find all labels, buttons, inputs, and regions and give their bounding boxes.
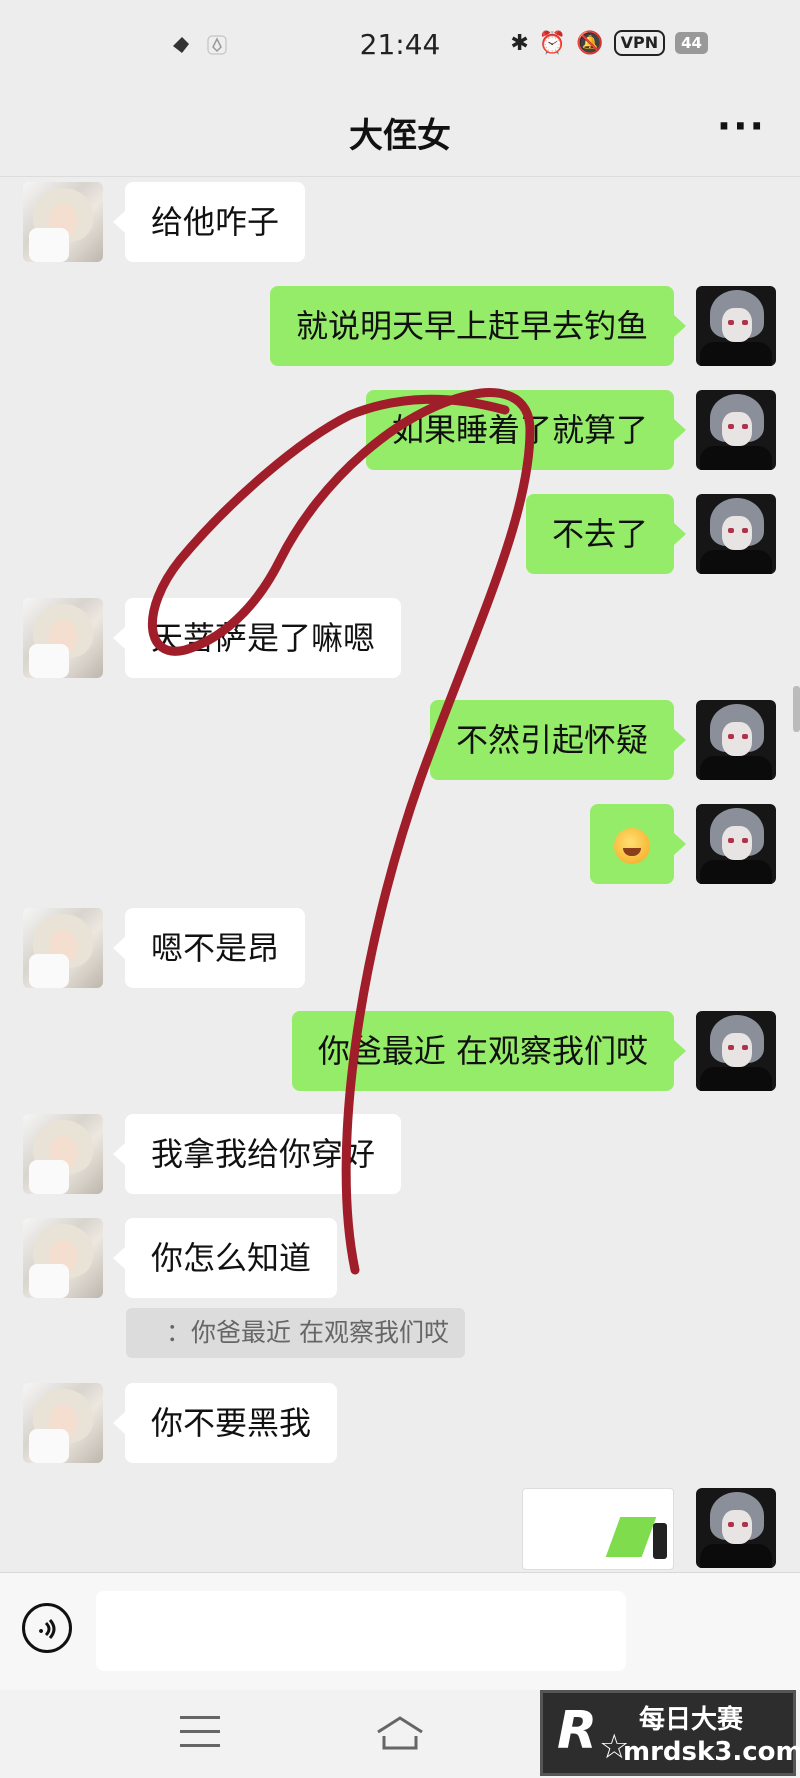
status-bar: 21:44 ✱ ⏰ 🔕 VPN 44	[0, 0, 800, 90]
input-bar	[0, 1572, 800, 1691]
contact-avatar[interactable]	[23, 1383, 103, 1463]
contact-avatar[interactable]	[23, 598, 103, 678]
outgoing-message[interactable]: 不然引起怀疑	[429, 700, 687, 780]
contact-avatar[interactable]	[23, 1218, 103, 1298]
outgoing-message[interactable]: 如果睡着了就算了	[365, 390, 687, 470]
vpn-badge: VPN	[613, 30, 666, 56]
more-options-button[interactable]: ···	[717, 104, 766, 148]
outgoing-emoji-message[interactable]	[590, 804, 686, 884]
incoming-message[interactable]: 你不要黑我	[112, 1383, 338, 1463]
self-avatar[interactable]	[696, 1488, 776, 1568]
chat-header: 大侄女 ···	[0, 90, 800, 177]
mute-icon: 🔕	[576, 30, 604, 56]
voice-icon	[39, 1619, 56, 1639]
voice-input-button[interactable]	[22, 1603, 72, 1653]
contact-avatar[interactable]	[23, 182, 103, 262]
image-message[interactable]	[522, 1488, 674, 1570]
incoming-message[interactable]: 嗯不是昂	[112, 908, 306, 988]
chat-title: 大侄女	[349, 116, 451, 156]
self-avatar[interactable]	[696, 390, 776, 470]
scrollbar-thumb[interactable]	[793, 686, 800, 732]
red-annotation-stroke	[147, 388, 535, 1275]
status-right-icons: ✱ ⏰ 🔕 VPN 44	[510, 30, 708, 56]
incoming-message[interactable]: 你怎么知道	[112, 1218, 338, 1298]
battery-icon: 44	[675, 32, 708, 54]
self-avatar[interactable]	[696, 286, 776, 366]
home-nav-button[interactable]	[374, 1712, 426, 1752]
self-avatar[interactable]	[696, 804, 776, 884]
watermark-logo: R ☆ 每日大赛 mrdsk3.com	[540, 1690, 800, 1776]
message-input[interactable]	[96, 1591, 626, 1671]
watermark-r-logo: R	[557, 1701, 598, 1761]
contact-avatar[interactable]	[23, 1114, 103, 1194]
watermark-url: mrdsk3.com	[623, 1737, 800, 1767]
menu-nav-button[interactable]	[180, 1716, 220, 1747]
contact-avatar[interactable]	[23, 908, 103, 988]
alarm-icon: ⏰	[538, 30, 567, 56]
laughing-crying-emoji-icon	[614, 828, 650, 864]
outgoing-message[interactable]: 不去了	[525, 494, 687, 574]
incoming-message[interactable]: 给他咋子	[112, 182, 306, 262]
outgoing-message[interactable]: 就说明天早上赶早去钓鱼	[269, 286, 687, 366]
self-avatar[interactable]	[696, 1011, 776, 1091]
incoming-message[interactable]: 我拿我给你穿好	[112, 1114, 402, 1194]
self-avatar[interactable]	[696, 494, 776, 574]
quoted-reply[interactable]: ：你爸最近 在观察我们哎	[126, 1308, 465, 1358]
outgoing-message[interactable]: 你爸最近 在观察我们哎	[291, 1011, 687, 1091]
incoming-message[interactable]: 天菩萨是了嘛嗯	[112, 598, 402, 678]
watermark-title: 每日大赛	[639, 1705, 744, 1735]
self-avatar[interactable]	[696, 700, 776, 780]
bluetooth-icon: ✱	[510, 30, 529, 56]
